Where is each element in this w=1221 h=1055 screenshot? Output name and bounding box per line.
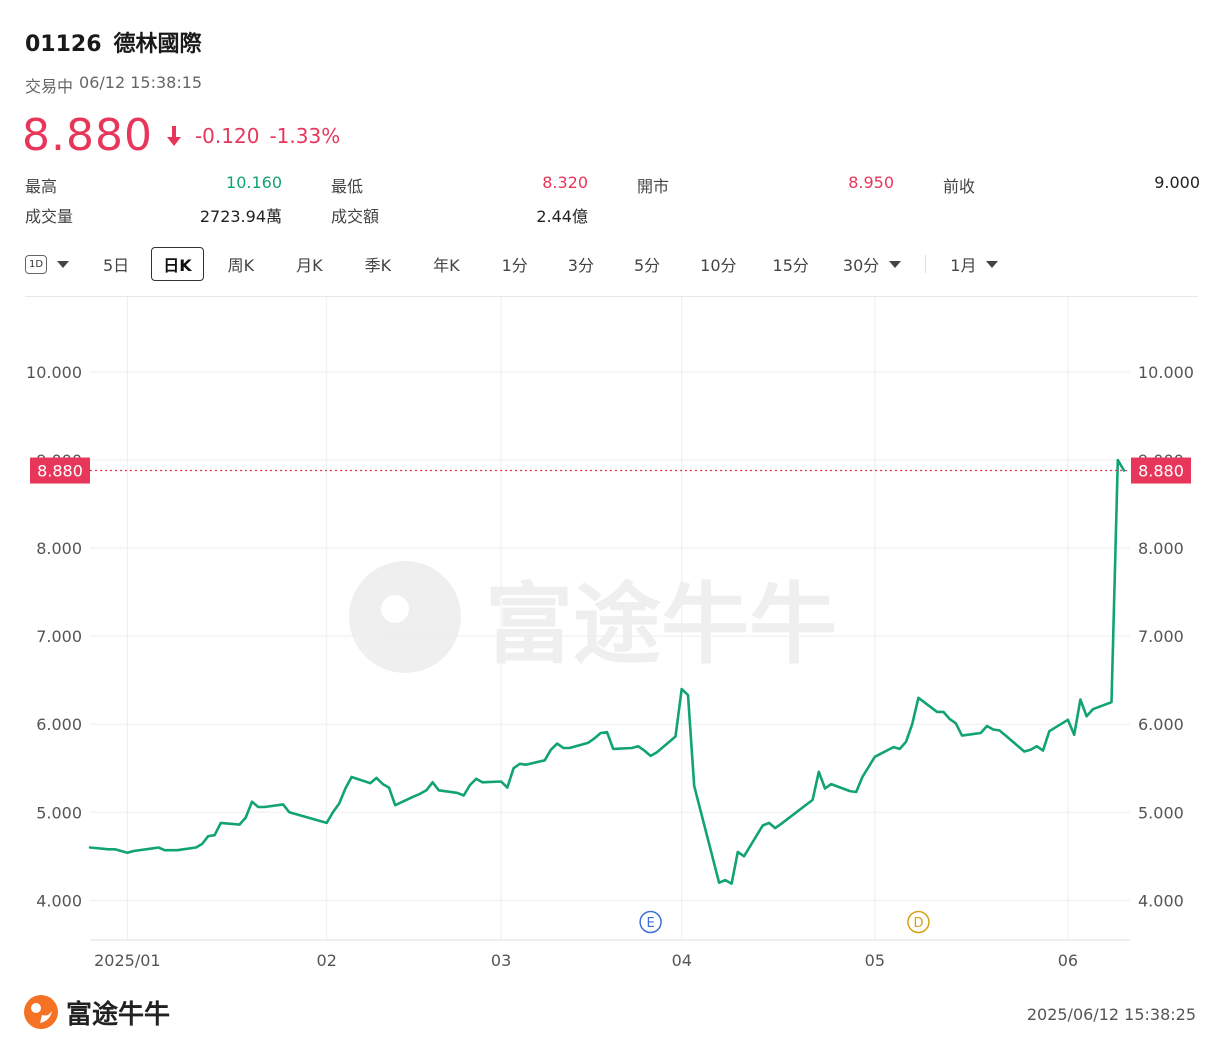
event-marker-label: D [913, 916, 923, 931]
snapshot-timestamp: 2025/06/12 15:38:25 [1026, 1005, 1196, 1024]
stats-row: 最高 10.160 最低 8.320 開市 8.950 前收 9.000 [25, 170, 1200, 200]
stat-value: 2723.94萬 [199, 207, 282, 226]
tab-30min-dropdown[interactable]: 30分 [831, 247, 913, 281]
toolbar-divider [925, 255, 927, 273]
y-axis-left: 4.0005.0006.0007.0008.0009.00010.000 [26, 363, 82, 910]
x-tick-label: 03 [491, 951, 511, 970]
tab-year-k[interactable]: 年K [421, 247, 472, 281]
brand-logo: 富途牛牛 [22, 993, 170, 1031]
chevron-down-icon [889, 260, 902, 268]
stock-name: 德林國際 [113, 32, 202, 57]
last-price: 8.880 [22, 110, 153, 161]
tab-5min[interactable]: 5分 [622, 247, 672, 281]
event-marker-d: D [907, 910, 930, 934]
stat-value: 10.160 [226, 173, 282, 192]
stat-low: 最低 8.320 [331, 173, 588, 197]
tab-month-k[interactable]: 月K [284, 247, 335, 281]
y-tick-label: 10.000 [26, 363, 82, 382]
trade-state: 交易中 [25, 77, 74, 96]
tab-30min-label: 30分 [842, 256, 880, 275]
x-tick-label: 2025/01 [94, 951, 160, 970]
stock-code: 01126 [25, 32, 102, 57]
x-tick-label: 04 [672, 951, 692, 970]
x-tick-label: 05 [865, 951, 885, 970]
range-dropdown[interactable]: 1月 [938, 247, 1010, 281]
y-tick-label: 7.000 [36, 627, 82, 646]
trade-status: 交易中 06/12 15:38:15 [25, 73, 202, 97]
tab-quarter-k[interactable]: 季K [353, 247, 404, 281]
stat-label: 成交量 [25, 207, 74, 226]
watermark: 富途牛牛 [349, 561, 837, 676]
y-tick-label: 6.000 [1138, 715, 1184, 734]
last-price-tag-text: 8.880 [37, 462, 83, 481]
stat-label: 最低 [331, 177, 364, 196]
calendar-1d-icon: 1D [25, 254, 47, 274]
quote-row: 8.880 -0.120 -1.33% [22, 110, 340, 161]
niuniu-logo-icon [24, 995, 58, 1029]
tab-1min[interactable]: 1分 [490, 247, 540, 281]
stat-label: 成交額 [331, 207, 380, 226]
stats-panel: 最高 10.160 最低 8.320 開市 8.950 前收 9.000 成交量 2723… [25, 170, 1200, 230]
stats-row: 成交量 2723.94萬 成交額 2.44億 [25, 200, 1200, 230]
tab-10min[interactable]: 10分 [688, 247, 748, 281]
stat-value: 9.000 [1154, 173, 1200, 192]
x-axis: 2025/01 02 03 04 05 06 [94, 951, 1078, 970]
period-toolbar: 1D 5日 日K 周K 月K 季K 年K 1分 3分 5分 10分 15分 30… [25, 247, 1200, 281]
last-price-tag-text: 8.880 [1138, 462, 1184, 481]
price-change-pct: -1.33% [269, 123, 341, 148]
stat-value: 8.320 [542, 173, 588, 192]
y-tick-label: 5.000 [1138, 803, 1184, 822]
stat-value: 8.950 [848, 173, 894, 192]
tab-5d[interactable]: 5日 [91, 247, 141, 281]
stat-turnover: 成交額 2.44億 [331, 203, 588, 227]
stat-label: 開市 [637, 177, 670, 196]
range-label: 1月 [950, 256, 977, 275]
trade-datetime: 06/12 15:38:15 [79, 73, 203, 92]
stat-open: 開市 8.950 [637, 173, 894, 197]
period-mode-dropdown[interactable]: 1D [25, 247, 73, 281]
y-tick-label: 8.000 [1138, 539, 1184, 558]
arrow-down-icon [163, 123, 185, 149]
x-tick-label: 06 [1058, 951, 1078, 970]
event-marker-label: E [646, 916, 654, 931]
x-tick-label: 02 [317, 951, 337, 970]
tab-15min[interactable]: 15分 [761, 247, 821, 281]
price-change: -0.120 [194, 123, 260, 148]
y-tick-label: 7.000 [1138, 627, 1184, 646]
stat-label: 前收 [943, 177, 976, 196]
price-line-chart: 富途牛牛 4.0005.0006.0007.0008.0009.00010.00… [26, 297, 1194, 970]
watermark-text: 富途牛牛 [485, 573, 837, 676]
stat-label: 最高 [25, 177, 58, 196]
chevron-down-icon [986, 260, 999, 268]
stat-volume: 成交量 2723.94萬 [25, 203, 282, 227]
chevron-down-icon [57, 260, 69, 268]
tab-day-k[interactable]: 日K [151, 247, 204, 281]
y-tick-label: 5.000 [36, 803, 82, 822]
y-axis-right: 4.0005.0006.0007.0008.0009.00010.000 [1138, 363, 1194, 910]
y-tick-label: 4.000 [1138, 891, 1184, 910]
stat-high: 最高 10.160 [25, 173, 282, 197]
stat-prev-close: 前收 9.000 [943, 173, 1200, 197]
y-tick-label: 8.000 [36, 539, 82, 558]
y-tick-label: 4.000 [36, 891, 82, 910]
y-tick-label: 6.000 [36, 715, 82, 734]
tab-week-k[interactable]: 周K [216, 247, 267, 281]
tab-3min[interactable]: 3分 [556, 247, 606, 281]
last-price-line: 8.880 8.880 [30, 457, 1191, 484]
y-tick-label: 10.000 [1138, 363, 1194, 382]
stock-header: 01126 德林國際 [25, 26, 202, 58]
event-marker-e: E [639, 910, 662, 934]
event-markers: ED [639, 910, 930, 934]
stat-value: 2.44億 [536, 207, 588, 226]
brand-name: 富途牛牛 [66, 999, 171, 1030]
